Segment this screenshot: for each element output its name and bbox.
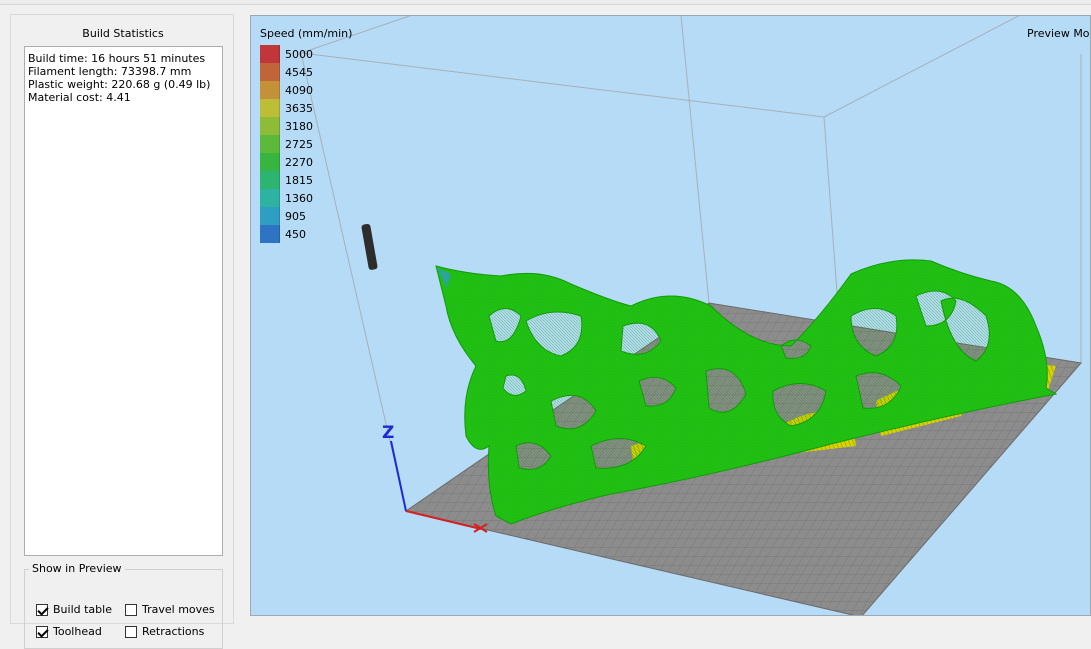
build-statistics-title: Build Statistics — [82, 27, 164, 40]
toolhead-label: Toolhead — [53, 625, 102, 638]
legend-value: 3635 — [285, 101, 313, 115]
preview-3d-viewport[interactable]: Z Speed (mm/min) Preview Mode 5000 4545 … — [250, 15, 1091, 616]
stat-build-time: Build time: 16 hours 51 minutes — [28, 52, 206, 65]
travel-moves-checkbox[interactable] — [125, 603, 137, 616]
legend-value: 1360 — [285, 191, 313, 205]
speed-legend-title: Speed (mm/min) — [260, 27, 353, 40]
legend-row: 1815 — [260, 171, 313, 189]
legend-row: 2725 — [260, 135, 313, 153]
legend-value: 1815 — [285, 173, 313, 187]
legend-value: 5000 — [285, 47, 313, 61]
window-top-strip — [0, 0, 1091, 5]
show-in-preview-title: Show in Preview — [29, 562, 125, 575]
toolhead — [361, 223, 378, 270]
legend-value: 2270 — [285, 155, 313, 169]
stat-material-cost: Material cost: 4.41 — [28, 91, 131, 104]
build-table-label: Build table — [53, 603, 112, 616]
legend-row: 905 — [260, 207, 306, 225]
build-statistics-panel: Build Statistics Build time: 16 hours 51… — [10, 14, 234, 649]
retractions-checkbox[interactable] — [125, 625, 137, 638]
show-in-preview-group: Show in Preview Build table Travel moves… — [24, 562, 223, 649]
toolhead-option[interactable]: Toolhead — [36, 625, 102, 638]
legend-swatch — [260, 99, 280, 117]
legend-row: 3635 — [260, 99, 313, 117]
preview-mode-label: Preview Mode — [1027, 27, 1090, 40]
z-axis-line — [390, 440, 407, 512]
legend-row: 2270 — [260, 153, 313, 171]
legend-value: 3180 — [285, 119, 313, 133]
travel-moves-label: Travel moves — [142, 603, 215, 616]
toolhead-checkbox[interactable] — [36, 625, 48, 638]
build-statistics-text[interactable]: Build time: 16 hours 51 minutes Filament… — [24, 46, 223, 556]
legend-swatch — [260, 207, 280, 225]
legend-row: 5000 — [260, 45, 313, 63]
legend-row: 4090 — [260, 81, 313, 99]
scene-svg: Z — [300, 16, 1082, 615]
legend-swatch — [260, 135, 280, 153]
stat-plastic-weight: Plastic weight: 220.68 g (0.49 lb) — [28, 78, 211, 91]
legend-row: 450 — [260, 225, 306, 243]
retractions-option[interactable]: Retractions — [125, 625, 204, 638]
retractions-label: Retractions — [142, 625, 205, 638]
legend-swatch — [260, 81, 280, 99]
legend-swatch — [260, 63, 280, 81]
legend-value: 450 — [285, 227, 306, 241]
legend-value: 2725 — [285, 137, 313, 151]
build-table-checkbox[interactable] — [36, 603, 48, 616]
legend-swatch — [260, 117, 280, 135]
legend-swatch — [260, 225, 280, 243]
stat-filament-length: Filament length: 73398.7 mm — [28, 65, 192, 78]
legend-value: 905 — [285, 209, 306, 223]
legend-row: 1360 — [260, 189, 313, 207]
legend-row: 3180 — [260, 117, 313, 135]
frame-back-vertical-edge — [680, 16, 710, 304]
legend-row: 4545 — [260, 63, 313, 81]
legend-swatch — [260, 189, 280, 207]
frame-right-top-edge — [823, 16, 1020, 118]
z-axis-label: Z — [382, 423, 394, 443]
legend-swatch — [260, 171, 280, 189]
build-table-option[interactable]: Build table — [36, 603, 112, 616]
travel-moves-option[interactable]: Travel moves — [125, 603, 215, 616]
frame-back-top-edge — [300, 52, 825, 118]
legend-swatch — [260, 45, 280, 63]
legend-value: 4545 — [285, 65, 313, 79]
legend-swatch — [260, 153, 280, 171]
legend-value: 4090 — [285, 83, 313, 97]
